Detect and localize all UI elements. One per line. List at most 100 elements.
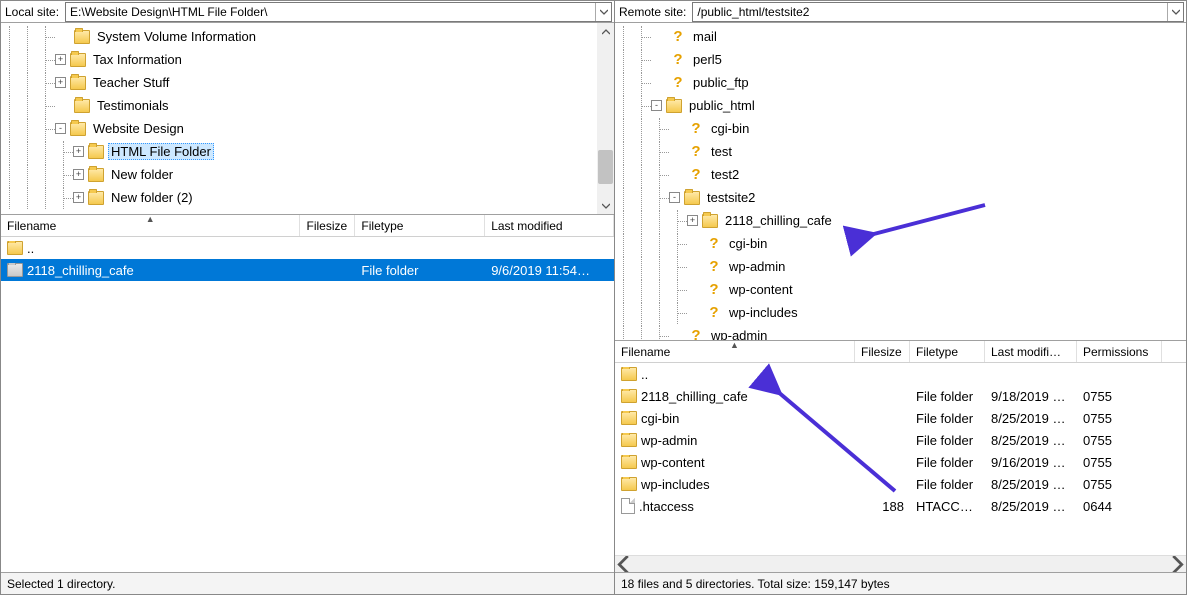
tree-expander[interactable]: + (73, 192, 84, 203)
sort-asc-icon: ▲ (146, 214, 155, 224)
local-tree[interactable]: System Volume Information+Tax Informatio… (1, 23, 614, 215)
tree-item-label: wp-content (726, 281, 796, 298)
list-row[interactable]: wp-contentFile folder9/16/2019 …0755 (615, 451, 1186, 473)
cell-type: HTACCE… (910, 499, 985, 514)
remote-list-header[interactable]: Filename▲FilesizeFiletype Last modifi… Per… (615, 341, 1186, 363)
tree-item[interactable]: +Tax Information (1, 48, 614, 71)
tree-item[interactable]: Testimonials (1, 94, 614, 117)
column-label: Last modifi… (991, 345, 1061, 359)
local-path-combobox[interactable] (65, 2, 612, 22)
tree-item-label: cgi-bin (708, 120, 752, 137)
remote-list-hscroll[interactable] (615, 555, 1186, 572)
tree-item[interactable]: + Teacher Stuff (1, 71, 614, 94)
tree-item-label: public_html (686, 97, 758, 114)
tree-item[interactable]: System Volume Information (1, 25, 614, 48)
filename-label: wp-includes (641, 477, 710, 492)
remote-tree[interactable]: ?mail?perl5?public_ftp - public_html ?cgi-b… (615, 23, 1186, 341)
cell-perm: 0755 (1077, 389, 1162, 404)
list-row[interactable]: cgi-binFile folder8/25/2019 …0755 (615, 407, 1186, 429)
tree-item[interactable]: ?cgi-bin (615, 117, 1186, 140)
column-header[interactable]: Last modifi… (985, 341, 1077, 362)
local-file-list[interactable]: ..2118_chilling_cafeFile folder9/6/2019 … (1, 237, 614, 572)
tree-expander[interactable]: - (669, 192, 680, 203)
scroll-down-icon[interactable] (597, 197, 614, 214)
tree-item[interactable]: ?test2 (615, 163, 1186, 186)
tree-item[interactable]: +HTML File Folder (1, 140, 614, 163)
column-header[interactable]: Filetype (355, 215, 485, 236)
tree-item-label: Teacher Stuff (90, 74, 172, 91)
tree-item[interactable]: ?public_ftp (615, 71, 1186, 94)
chevron-down-icon[interactable] (1167, 3, 1183, 21)
local-path-input[interactable] (66, 5, 595, 19)
column-header[interactable]: Filesize (855, 341, 910, 362)
filename-label: .htaccess (639, 499, 694, 514)
chevron-down-icon[interactable] (595, 3, 611, 21)
tree-expander[interactable]: + (73, 146, 84, 157)
tree-item[interactable]: ?test (615, 140, 1186, 163)
tree-item[interactable]: -testsite2 (615, 186, 1186, 209)
folder-icon (74, 30, 90, 44)
tree-item[interactable]: +2118_chilling_cafe (615, 209, 1186, 232)
tree-item[interactable]: ?cgi-bin (615, 232, 1186, 255)
list-row[interactable]: wp-adminFile folder8/25/2019 …0755 (615, 429, 1186, 451)
cell-perm: 0755 (1077, 477, 1162, 492)
local-tree-scrollbar[interactable] (597, 23, 614, 214)
cell-date: 8/25/2019 … (985, 433, 1077, 448)
tree-expander[interactable]: - (651, 100, 662, 111)
tree-item-label: test (708, 143, 735, 160)
filezilla-window: Local site: System Volume Information+Ta… (0, 0, 1187, 595)
list-row[interactable]: 2118_chilling_cafeFile folder9/6/2019 11… (1, 259, 614, 281)
column-header[interactable]: Last modified (485, 215, 614, 236)
folder-icon (702, 214, 718, 228)
list-row[interactable]: .. (615, 363, 1186, 385)
tree-expander[interactable]: + (55, 54, 66, 65)
remote-file-list[interactable]: ..2118_chilling_cafeFile folder9/18/2019… (615, 363, 1186, 555)
tree-item[interactable]: ?perl5 (615, 48, 1186, 71)
folder-icon (621, 367, 637, 381)
local-site-label: Local site: (1, 5, 65, 19)
tree-item[interactable]: ?mail (615, 25, 1186, 48)
tree-expander[interactable]: + (73, 169, 84, 180)
tree-expander[interactable]: - (55, 123, 66, 134)
column-label: Filesize (306, 219, 347, 233)
column-label: Last modified (491, 219, 562, 233)
list-row[interactable]: wp-includesFile folder8/25/2019 …0755 (615, 473, 1186, 495)
cell-type: File folder (910, 455, 985, 470)
filename-label: cgi-bin (641, 411, 679, 426)
tree-item[interactable]: +New folder (1, 163, 614, 186)
column-header[interactable]: Permissions (1077, 341, 1162, 362)
tree-expander[interactable]: + (55, 77, 66, 88)
cell-perm: 0644 (1077, 499, 1162, 514)
local-list-header[interactable]: Filename▲ Filesize Filetype Last modified (1, 215, 614, 237)
list-row[interactable]: .htaccess188HTACCE…8/25/2019 …0644 (615, 495, 1186, 517)
tree-item[interactable]: ?wp-includes (615, 301, 1186, 324)
tree-item[interactable]: ?wp-admin (615, 255, 1186, 278)
scroll-up-icon[interactable] (597, 23, 614, 40)
cell-perm: 0755 (1077, 433, 1162, 448)
list-row[interactable]: 2118_chilling_cafeFile folder9/18/2019 …… (615, 385, 1186, 407)
folder-icon (621, 411, 637, 425)
tree-item[interactable]: -Website Design (1, 117, 614, 140)
tree-item[interactable]: +New folder (2) (1, 186, 614, 209)
scroll-left-icon[interactable] (615, 556, 632, 572)
folder-icon (621, 455, 637, 469)
tree-item-label: cgi-bin (726, 235, 770, 252)
folder-icon (7, 263, 23, 277)
column-header[interactable]: Filesize (300, 215, 355, 236)
folder-icon (621, 389, 637, 403)
remote-path-input[interactable] (693, 5, 1167, 19)
sort-asc-icon: ▲ (730, 340, 739, 350)
column-header[interactable]: Filename▲ (1, 215, 300, 236)
tree-item[interactable]: ?wp-admin (615, 324, 1186, 341)
list-row[interactable]: .. (1, 237, 614, 259)
column-header[interactable]: Filetype (910, 341, 985, 362)
remote-path-combobox[interactable] (692, 2, 1184, 22)
tree-expander[interactable]: + (687, 215, 698, 226)
cell-date: 9/6/2019 11:54… (485, 263, 614, 278)
filename-label: 2118_chilling_cafe (641, 389, 748, 404)
tree-item[interactable]: ?wp-content (615, 278, 1186, 301)
column-header[interactable]: Filename▲ (615, 341, 855, 362)
scroll-right-icon[interactable] (1169, 556, 1186, 572)
tree-item[interactable]: - public_html (615, 94, 1186, 117)
folder-icon (70, 76, 86, 90)
